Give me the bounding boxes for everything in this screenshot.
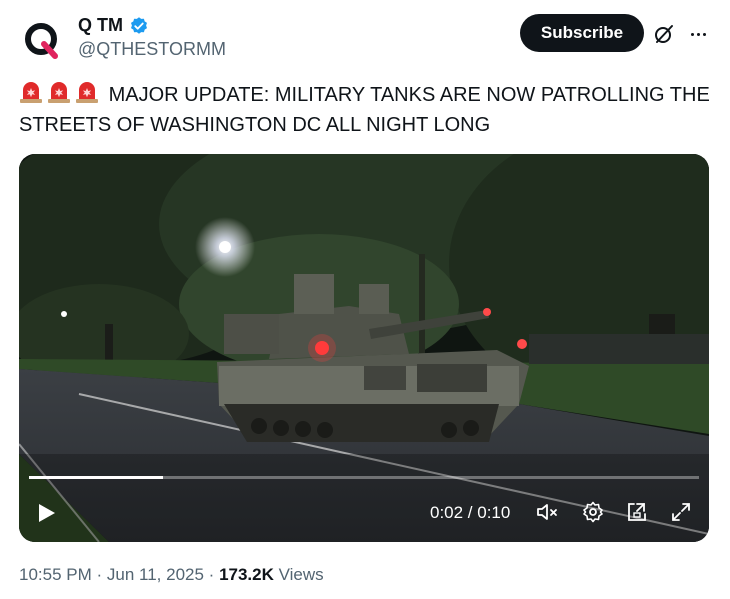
display-name[interactable]: Q TM bbox=[78, 15, 123, 36]
meta-separator: · bbox=[208, 565, 220, 584]
avatar-q-logo bbox=[25, 23, 58, 59]
siren-emoji-icon bbox=[48, 82, 70, 103]
siren-emoji-icons bbox=[19, 82, 109, 106]
play-icon[interactable] bbox=[35, 502, 57, 524]
tweet-date[interactable]: Jun 11, 2025 bbox=[107, 565, 204, 584]
video-progress-track[interactable] bbox=[29, 476, 699, 479]
mute-icon[interactable] bbox=[535, 500, 559, 524]
siren-emoji-icon bbox=[76, 82, 98, 103]
video-progress-fill bbox=[29, 476, 163, 479]
subscribe-button[interactable]: Subscribe bbox=[520, 14, 644, 52]
picture-in-picture-icon[interactable] bbox=[625, 500, 649, 524]
tweet-meta: 10:55 PM · Jun 11, 2025 · 173.2K Views bbox=[19, 565, 324, 585]
fullscreen-icon[interactable] bbox=[669, 500, 693, 524]
video-controls: 0:02 / 0:10 bbox=[19, 494, 709, 530]
name-row[interactable]: Q TM bbox=[78, 15, 149, 36]
siren-emoji-icon bbox=[20, 82, 42, 103]
video-player[interactable]: 0:02 / 0:10 bbox=[19, 154, 709, 542]
more-icon[interactable] bbox=[686, 22, 710, 46]
grok-icon[interactable] bbox=[652, 22, 676, 46]
tweet-text: MAJOR UPDATE: MILITARY TANKS ARE NOW PAT… bbox=[19, 80, 719, 140]
settings-icon[interactable] bbox=[581, 500, 605, 524]
tweet-body: MAJOR UPDATE: MILITARY TANKS ARE NOW PAT… bbox=[19, 84, 710, 136]
meta-separator: · bbox=[96, 565, 107, 584]
views-count: 173.2K bbox=[219, 565, 274, 584]
handle[interactable]: @QTHESTORMM bbox=[78, 39, 226, 60]
tweet-time[interactable]: 10:55 PM bbox=[19, 565, 92, 584]
video-frame bbox=[19, 154, 709, 542]
views-label: Views bbox=[278, 565, 324, 584]
verified-badge-icon bbox=[131, 16, 147, 34]
avatar[interactable] bbox=[18, 16, 66, 64]
video-time: 0:02 / 0:10 bbox=[430, 503, 511, 522]
